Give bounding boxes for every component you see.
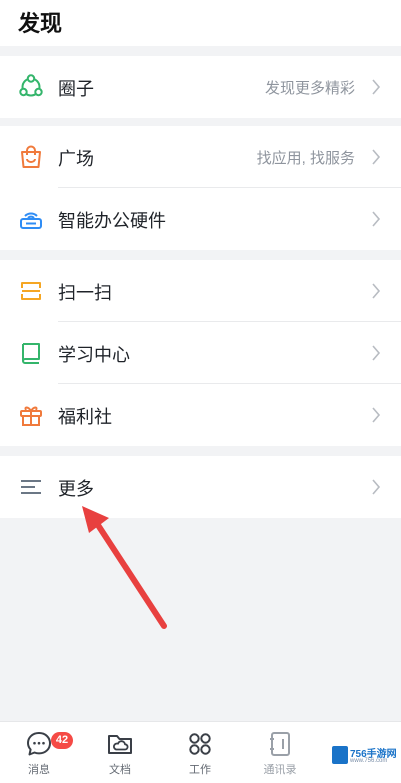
row-square-subtitle: 找应用, 找服务: [256, 150, 355, 167]
chevron-right-icon: [371, 148, 381, 166]
row-circle-label: 圈子: [58, 79, 94, 99]
chat-bubble-icon: [27, 732, 51, 756]
router-device-icon: [18, 206, 44, 232]
chevron-right-icon: [371, 282, 381, 300]
row-more[interactable]: 更多: [0, 456, 401, 518]
chevron-right-icon: [371, 344, 381, 362]
tab-contacts-label: 通讯录: [263, 764, 297, 776]
site-watermark: 756手游网 www.756.com: [330, 742, 397, 770]
row-square[interactable]: 广场 找应用, 找服务: [0, 126, 401, 188]
tab-docs[interactable]: 文档: [90, 728, 150, 780]
watermark-url: www.756.com: [350, 758, 388, 764]
tab-messages[interactable]: 42 消息: [9, 728, 73, 780]
tab-docs-label: 文档: [109, 764, 131, 776]
circle-network-icon: [18, 74, 44, 100]
tab-work-label: 工作: [189, 764, 211, 776]
row-scan-label: 扫一扫: [58, 283, 112, 303]
folder-cloud-icon: [108, 735, 132, 754]
tab-messages-label: 消息: [28, 764, 50, 776]
row-welfare[interactable]: 福利社: [0, 384, 401, 446]
menu-lines-icon: [18, 474, 44, 500]
row-circle-subtitle: 发现更多精彩: [264, 80, 355, 97]
group-circle: 圈子 发现更多精彩: [0, 56, 401, 118]
row-scan[interactable]: 扫一扫: [0, 260, 401, 322]
row-welfare-label: 福利社: [58, 407, 112, 427]
tab-contacts[interactable]: 通讯录: [250, 728, 310, 780]
group-tools: 扫一扫 学习中心 福利社: [0, 260, 401, 446]
chevron-right-icon: [371, 210, 381, 228]
gift-icon: [18, 402, 44, 428]
page-title: 发现: [18, 11, 63, 36]
row-square-label: 广场: [58, 149, 94, 169]
page-header: 发现: [0, 0, 401, 46]
scan-icon: [18, 278, 44, 304]
tab-work[interactable]: 工作: [170, 728, 230, 780]
shopping-bag-icon: [18, 144, 44, 170]
row-more-label: 更多: [58, 479, 94, 499]
unread-badge: 42: [51, 732, 73, 749]
row-learning-label: 学习中心: [58, 345, 130, 365]
row-hardware-label: 智能办公硬件: [58, 211, 166, 231]
row-circle[interactable]: 圈子 发现更多精彩: [0, 56, 401, 118]
chevron-right-icon: [371, 78, 381, 96]
chevron-right-icon: [371, 406, 381, 424]
watermark-logo-icon: [332, 746, 348, 764]
row-hardware[interactable]: 智能办公硬件: [0, 188, 401, 250]
group-square: 广场 找应用, 找服务 智能办公硬件: [0, 126, 401, 250]
row-learning[interactable]: 学习中心: [0, 322, 401, 384]
contacts-book-icon: [270, 732, 290, 756]
chevron-right-icon: [371, 478, 381, 496]
book-icon: [18, 340, 44, 366]
group-more: 更多: [0, 456, 401, 518]
grid-apps-icon: [189, 733, 211, 755]
